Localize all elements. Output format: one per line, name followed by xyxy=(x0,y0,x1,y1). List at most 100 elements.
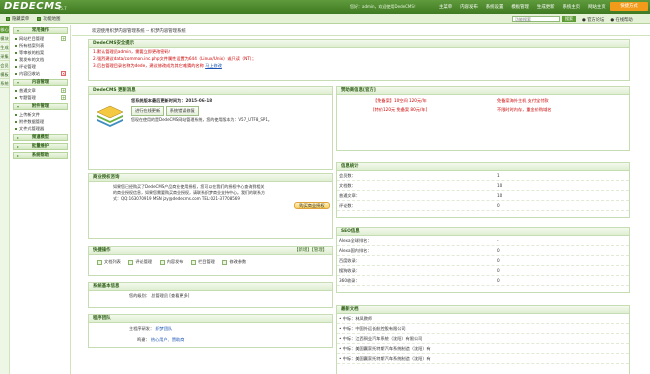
sidebar-section-batch[interactable]: ▸ 批量维护 xyxy=(13,143,68,150)
seo-row: 360收录： 0 xyxy=(337,276,629,286)
expand-icon: ▸ xyxy=(17,135,20,140)
vertical-tabs: 核心 模块 生成 采集 会员 模板 系统 xyxy=(0,25,10,374)
modify-now-link[interactable]: 马上修改 xyxy=(205,63,222,68)
quick-doc-list[interactable]: 文档列表 xyxy=(97,259,121,265)
seo-panel-title: SEO信息 xyxy=(337,228,629,236)
quick-menu-button[interactable]: 快捷方式 xyxy=(610,2,648,11)
collapse-icon: ▾ xyxy=(17,104,20,109)
list-item[interactable]: • 中标：江西铜业汽车系统（沈阳）有限公司 xyxy=(337,334,629,344)
sidebar-item-article[interactable]: 普通文章 + xyxy=(11,87,70,94)
menu-toggle-icon xyxy=(6,17,10,21)
vtab-generate[interactable]: 生成 xyxy=(0,44,9,52)
forum-link[interactable]: ● 官方论坛 xyxy=(582,17,604,23)
online-update-button[interactable]: 进行在线更新 xyxy=(131,106,165,116)
quick-comments[interactable]: 评论管理 xyxy=(128,259,152,265)
update-stack-icon xyxy=(96,105,124,127)
sponsor-item-1[interactable]: 【免备案】10空间 120元/年 xyxy=(373,98,427,105)
sysinfo-panel-title: 系统基本信息 xyxy=(89,283,332,291)
vtab-template[interactable]: 模板 xyxy=(0,71,9,79)
team-thanks-link[interactable]: 热心用户、赞助商 xyxy=(151,337,185,342)
clear-icon[interactable]: × xyxy=(61,71,66,76)
sidebar-item-pending-docs[interactable]: 等审核的档案 xyxy=(11,49,70,56)
vtab-system[interactable]: 系统 xyxy=(0,80,9,88)
list-item[interactable]: • 中标：林凤教师 xyxy=(337,314,629,324)
sponsor-item-4[interactable]: 不限时时内存，重金价购域名 xyxy=(497,107,551,114)
sponsor-item-2[interactable]: 免备案海外主机 支付宝付款 xyxy=(497,98,549,105)
list-item[interactable]: • 中标：美国赢家托特斯汽车系统制造（沈阳）有 xyxy=(337,354,629,364)
collapse-icon: ▾ xyxy=(17,80,20,85)
hide-menu-link[interactable]: 隐藏菜单 xyxy=(6,16,29,22)
sidebar-item-all-docs[interactable]: 所有档案列表 xyxy=(11,42,70,49)
business-panel-title: 商业授权咨询 xyxy=(89,174,332,182)
sponsor-item-3[interactable]: [特价120元 免备案 80元/年] xyxy=(373,107,427,114)
security-line-2: 2.强烈建议data/common.inc.php文件属性设置为644（Linu… xyxy=(93,56,257,61)
sidebar-item-column-manage[interactable]: 网站栏目管理 + xyxy=(11,35,70,42)
sidebar-item-recycle[interactable]: 内容回收站 × xyxy=(11,70,70,77)
sidebar-item-file-manager[interactable]: 文件式管理器 xyxy=(11,125,70,132)
sysinfo-panel: 系统基本信息 您的级别： 总管理员 [查看更多] xyxy=(88,282,333,308)
vtab-core[interactable]: 核心 xyxy=(0,26,9,34)
buy-license-button[interactable]: 购买商业授权 xyxy=(294,202,330,209)
team-thanks: 鸣谢： 热心用户、赞助商 xyxy=(137,337,185,342)
add-icon[interactable]: + xyxy=(61,88,66,93)
sidebar-item-my-docs[interactable]: 我发布的文档 xyxy=(11,56,70,63)
fix-errors-button[interactable]: 系统错误修复 xyxy=(165,106,199,116)
doc-list-icon xyxy=(97,259,102,265)
sub-bar: 隐藏菜单 功能地图 功能搜索 搜索 ● 官方论坛 ● 在线帮助 xyxy=(0,14,650,24)
team-panel: 程序团队 主程序研发： 织梦团队 鸣谢： 热心用户、赞助商 xyxy=(88,314,333,348)
seo-row: 百度收录： 0 xyxy=(337,256,629,266)
stats-row: 会员数： 1 xyxy=(337,171,629,181)
main-content: 欢迎使用织梦内容管理系统 -- 织梦内容管理系统 DedeCMS安全提示 1.默… xyxy=(72,25,650,374)
sidebar-section-channel[interactable]: ▸ 频道模型 xyxy=(13,134,68,141)
update-panel-title: DedeCMS 更新消息 xyxy=(89,87,332,95)
search-button[interactable]: 搜索 xyxy=(562,15,576,22)
collapse-icon: ▾ xyxy=(17,28,20,33)
comment-icon xyxy=(128,259,134,265)
security-panel: DedeCMS安全提示 1.默认管理员admin，需要立即更改密码！ 2.强烈建… xyxy=(88,39,630,81)
nav-generate[interactable]: 生成更新 xyxy=(533,3,559,11)
team-dev: 主程序研发： 织梦团队 xyxy=(129,326,173,331)
sidebar-section-common[interactable]: ▾ 常用操作 xyxy=(13,27,68,34)
quick-params[interactable]: 修改参数 xyxy=(222,259,246,265)
nav-main-menu[interactable]: 主菜单 xyxy=(435,3,456,11)
function-search-input[interactable]: 功能搜索 xyxy=(512,15,560,22)
seo-row: Alexa国内排名： 0 xyxy=(337,246,629,256)
publish-icon xyxy=(159,259,165,265)
nav-site-home[interactable]: 网站主页 xyxy=(584,3,610,11)
nav-system-home[interactable]: 系统主页 xyxy=(559,3,585,11)
add-icon[interactable]: + xyxy=(61,95,66,100)
team-dev-link[interactable]: 织梦团队 xyxy=(155,326,172,331)
security-line-1: 1.默认管理员admin，需要立即更改密码！ xyxy=(93,49,173,54)
sidebar-item-attach-data[interactable]: 附件数据管理 xyxy=(11,118,70,125)
column-icon xyxy=(191,259,197,265)
nav-template[interactable]: 模板管理 xyxy=(507,3,533,11)
user-level: 您的级别： 总管理员 [查看更多] xyxy=(129,293,190,298)
list-item[interactable]: • 中标：中国外运长航控股有限公司 xyxy=(337,324,629,334)
security-panel-title: DedeCMS安全提示 xyxy=(89,40,629,48)
vtab-module[interactable]: 模块 xyxy=(0,35,9,43)
sidebar-section-content[interactable]: ▾ 内容管理 xyxy=(13,79,68,86)
sidebar-item-upload[interactable]: 上传新文件 xyxy=(11,111,70,118)
sidebar-section-help[interactable]: ▸ 系统帮助 xyxy=(13,152,68,159)
expand-icon: ▸ xyxy=(17,153,20,158)
expand-icon: ▸ xyxy=(17,144,20,149)
version-text: 您现在使用的是DedeCMS网站管理系统，您的使用版本为：V57_UTF8_SP… xyxy=(131,117,272,122)
news-panel: 最新文档 • 中标：林凤教师 • 中标：中国外运长航控股有限公司 • 中标：江西… xyxy=(336,305,630,374)
list-item[interactable]: • 中标：美国赢家托特斯汽车系统制造（沈阳）有 xyxy=(337,344,629,354)
help-link[interactable]: ● 在线帮助 xyxy=(610,17,632,23)
add-icon[interactable]: + xyxy=(61,36,66,41)
sidebar-item-comments[interactable]: 评论管理 xyxy=(11,63,70,70)
vtab-collect[interactable]: 采集 xyxy=(0,53,9,61)
sidebar-section-attachment[interactable]: ▾ 附件管理 xyxy=(13,103,68,110)
nav-content-publish[interactable]: 内容发布 xyxy=(456,3,482,11)
vtab-member[interactable]: 会员 xyxy=(0,62,9,70)
quick-column[interactable]: 栏目管理 xyxy=(191,259,215,265)
nav-system-settings[interactable]: 系统设置 xyxy=(482,3,508,11)
sidebar-item-special[interactable]: 专题管理 + xyxy=(11,94,70,101)
news-panel-title: 最新文档 xyxy=(337,306,629,314)
page-title: 欢迎使用织梦内容管理系统 -- 织梦内容管理系统 xyxy=(92,29,186,34)
quick-publish[interactable]: 内容发布 xyxy=(159,259,183,265)
logo: DEDECMS xyxy=(4,1,63,12)
quick-add-manage-link[interactable]: 【新增】【管理】 xyxy=(294,247,327,254)
function-map-link[interactable]: 功能地图 xyxy=(37,16,60,22)
